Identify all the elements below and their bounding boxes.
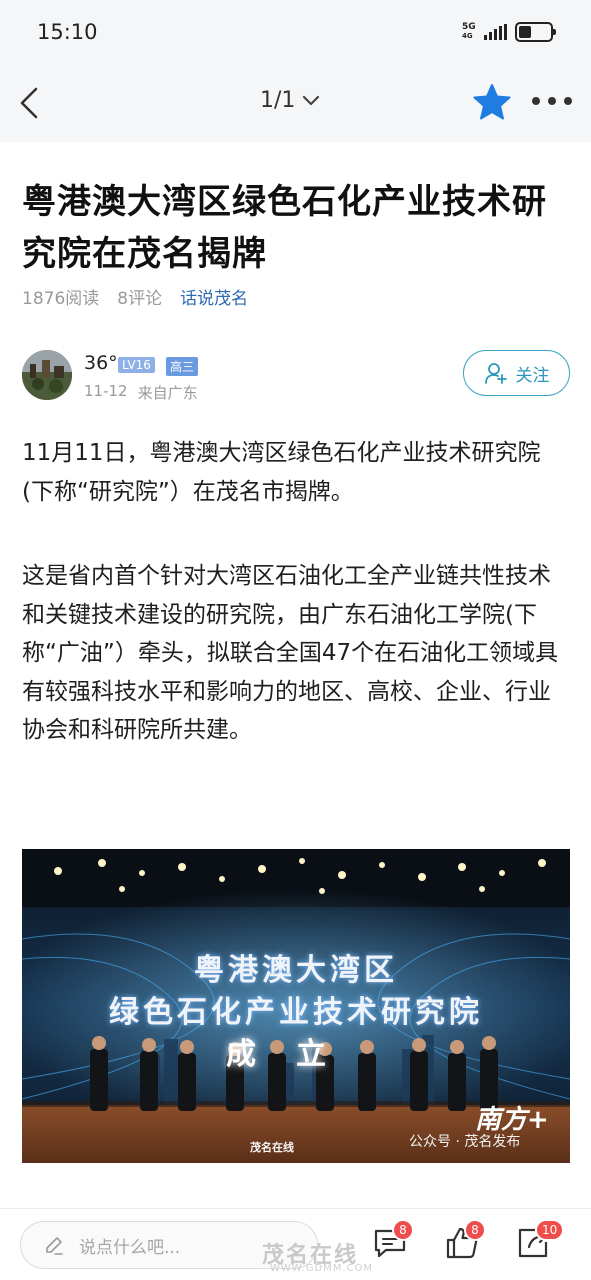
status-time: 15:10: [37, 20, 98, 44]
bottom-action-bar: 说点什么吧... 茂名在线 WWW.GDMM.COM 8 8 10: [0, 1208, 591, 1280]
back-button[interactable]: [14, 84, 48, 122]
status-icons: 5G 4G: [462, 22, 556, 42]
comments-badge: 8: [392, 1219, 414, 1241]
read-count: 1876阅读: [22, 289, 100, 309]
level-badge: LV16: [118, 357, 155, 373]
battery-level: [519, 26, 531, 38]
author-name[interactable]: 36°: [84, 352, 118, 374]
battery-icon: [515, 22, 556, 42]
photo-sign-line-2: 绿色石化产业技术研究院: [109, 995, 483, 1030]
grade-badge: 高三: [166, 357, 199, 376]
signal-icon: [484, 24, 507, 40]
photo-sign-line-3: 成立: [226, 1037, 366, 1072]
more-icon-dot: [548, 97, 556, 105]
post-date: 11-12: [84, 382, 128, 400]
chevron-down-icon: [303, 95, 320, 105]
post-location: 来自广东: [137, 384, 198, 402]
avatar[interactable]: [22, 350, 72, 400]
page-indicator-dropdown[interactable]: 1/1: [260, 88, 321, 113]
like-badge: 8: [464, 1219, 486, 1241]
article-photo[interactable]: 粤港澳大湾区 绿色石化产业技术研究院 成立 茂名在线 公众号 · 茂名发布 南方…: [22, 849, 570, 1163]
site-watermark-url: WWW.GDMM.COM: [270, 1263, 374, 1274]
article-meta: 1876阅读 8评论 话说茂名: [22, 284, 248, 309]
network-type-label: 5G 4G: [462, 22, 476, 41]
favorite-button[interactable]: [472, 82, 512, 122]
page-indicator-label: 1/1: [260, 88, 296, 113]
share-badge: 10: [535, 1219, 565, 1241]
comments-button[interactable]: 8: [372, 1219, 414, 1261]
add-user-icon: [484, 363, 507, 384]
top-navigation: 1/1: [0, 64, 591, 142]
more-options-button[interactable]: [532, 94, 574, 108]
article-title: 粤港澳大湾区绿色石化产业技术研究院在茂名揭牌: [22, 182, 547, 274]
author-subinfo: 11-12 来自广东: [84, 382, 198, 403]
follow-button[interactable]: 关注: [463, 350, 570, 396]
article-paragraph: 这是省内首个针对大湾区石油化工全产业链共性技术和关键技术建设的研究院，由广东石油…: [22, 563, 559, 743]
article-paragraph: 11月11日，粤港澳大湾区绿色石化产业技术研究院(下称“研究院”）在茂名市揭牌。: [22, 440, 541, 505]
topic-link[interactable]: 话说茂名: [180, 284, 248, 309]
status-bar: 15:10 5G 4G: [0, 0, 591, 64]
more-icon-dot: [564, 97, 572, 105]
photo-watermark-left: 茂名在线: [250, 1141, 294, 1154]
like-button[interactable]: 8: [444, 1219, 486, 1261]
chevron-left-icon: [20, 87, 38, 119]
comment-placeholder: 说点什么吧...: [79, 1237, 181, 1258]
share-button[interactable]: 10: [515, 1219, 565, 1261]
comment-count[interactable]: 8评论: [117, 284, 162, 309]
photo-sign-line-1: 粤港澳大湾区: [194, 953, 398, 988]
star-icon: [473, 84, 511, 120]
more-icon-dot: [532, 97, 540, 105]
photo-brand-logo: 南方+: [475, 1105, 549, 1135]
author-row: 36° LV16 高三 11-12 来自广东 关注: [22, 350, 570, 406]
avatar-image: [22, 350, 72, 400]
pencil-icon: [46, 1237, 63, 1255]
follow-label: 关注: [515, 365, 550, 386]
